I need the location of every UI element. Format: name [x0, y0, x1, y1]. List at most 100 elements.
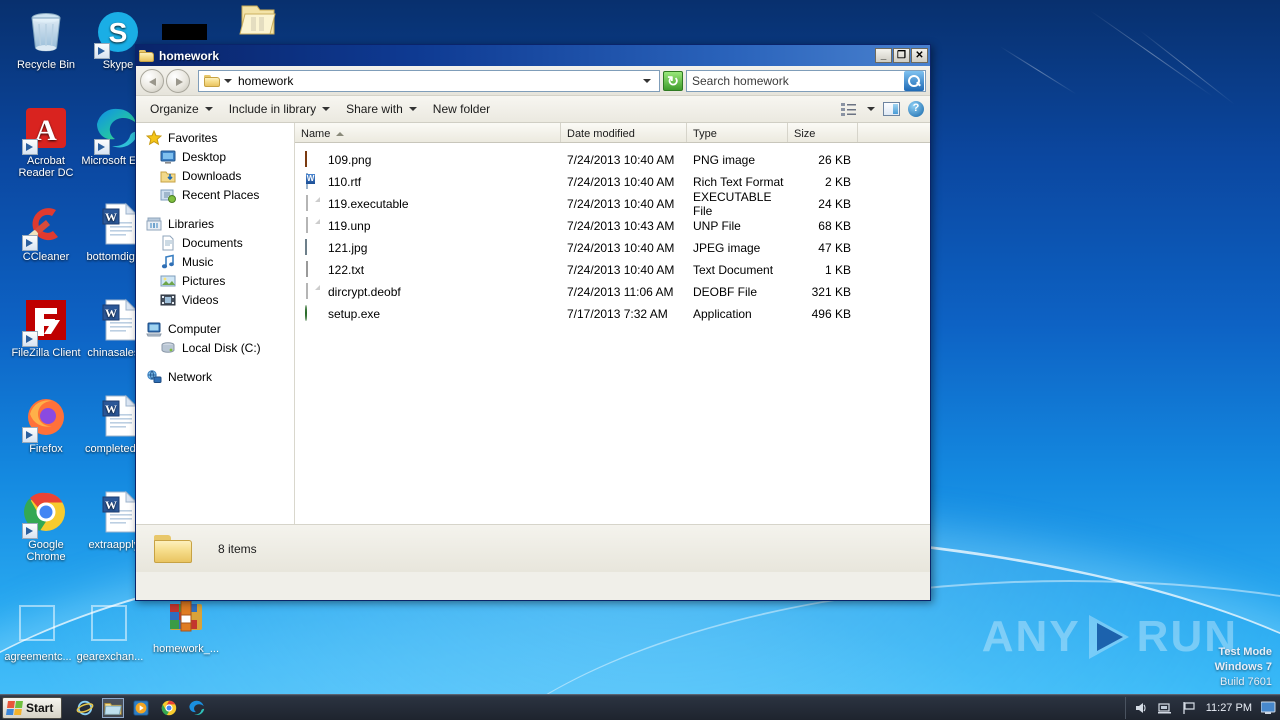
- minimize-button[interactable]: _: [875, 48, 892, 63]
- share-with-button[interactable]: Share with: [338, 99, 425, 119]
- desktop-icon-homework[interactable]: homework_...: [148, 592, 224, 655]
- address-dropdown-icon[interactable]: [643, 78, 651, 83]
- sidebar-item-local-disk-c[interactable]: Local Disk (C:): [136, 338, 294, 357]
- file-date-cell: 7/17/2013 7:32 AM: [567, 307, 668, 321]
- forward-button[interactable]: [166, 68, 190, 93]
- videos-icon: [160, 292, 176, 308]
- file-name-cell[interactable]: setup.exe: [295, 305, 561, 322]
- desktop-icon-firefox[interactable]: Firefox: [8, 392, 84, 455]
- column-header-size[interactable]: Size: [788, 123, 858, 142]
- view-dropdown-icon[interactable]: [867, 107, 875, 111]
- window-title: homework: [159, 48, 220, 63]
- column-header-spacer[interactable]: [858, 123, 930, 142]
- desktop-icon-agreementc[interactable]: agreementc...: [0, 600, 76, 663]
- action-center-flag-icon[interactable]: [1182, 701, 1197, 715]
- sidebar-item-computer[interactable]: Computer: [136, 319, 294, 338]
- view-options-icon[interactable]: [841, 102, 857, 116]
- system-tray[interactable]: 11:27 PM: [1124, 696, 1280, 719]
- file-size-cell: 26 KB: [818, 153, 851, 167]
- preview-pane-icon[interactable]: [883, 102, 900, 116]
- start-button[interactable]: Start: [2, 696, 63, 719]
- show-desktop-icon[interactable]: [1260, 701, 1276, 715]
- quick-launch-bar[interactable]: [74, 697, 208, 718]
- file-name-cell[interactable]: 119.executable: [295, 195, 561, 212]
- file-list[interactable]: 109.png 7/24/2013 10:40 AM PNG image 26 …: [295, 143, 930, 325]
- sidebar-item-label: Documents: [182, 235, 243, 250]
- taskbar-windows-explorer-icon[interactable]: [102, 697, 125, 718]
- blank-icon: [14, 605, 62, 651]
- table-row[interactable]: 122.txt 7/24/2013 10:40 AM Text Document…: [295, 259, 930, 281]
- column-header-date-modified[interactable]: Date modified: [561, 123, 687, 142]
- column-headers[interactable]: Name Date modified Type Size: [295, 123, 930, 143]
- desktop-icon-label: Google Chrome: [26, 539, 66, 563]
- desktop-icon-ccleaner[interactable]: CCleaner: [8, 200, 84, 263]
- table-row[interactable]: 109.png 7/24/2013 10:40 AM PNG image 26 …: [295, 149, 930, 171]
- sidebar-item-desktop[interactable]: Desktop: [136, 147, 294, 166]
- clock[interactable]: 11:27 PM: [1206, 702, 1252, 714]
- sidebar-item-pictures[interactable]: Pictures: [136, 271, 294, 290]
- file-size-cell: 47 KB: [818, 241, 851, 255]
- file-name-cell[interactable]: 110.rtf: [295, 173, 561, 190]
- maximize-button[interactable]: ❐: [893, 48, 910, 63]
- include-in-library-button[interactable]: Include in library: [221, 99, 338, 119]
- sidebar-item-label: Desktop: [182, 149, 227, 164]
- desktop[interactable]: Recycle Bin S Skype A Acrobat Reader DC Mic…: [0, 0, 1280, 720]
- new-folder-button[interactable]: New folder: [425, 99, 498, 119]
- navigation-pane[interactable]: Favorites Desktop Downloads Recent Place…: [136, 123, 295, 524]
- organize-button[interactable]: Organize: [142, 99, 221, 119]
- table-row[interactable]: dircrypt.deobf 7/24/2013 11:06 AM DEOBF …: [295, 281, 930, 303]
- close-button[interactable]: ✕: [911, 48, 928, 63]
- sidebar-item-network[interactable]: Network: [136, 367, 294, 386]
- table-row[interactable]: 119.unp 7/24/2013 10:43 AM UNP File 68 K…: [295, 215, 930, 237]
- table-row[interactable]: 110.rtf 7/24/2013 10:40 AM Rich Text For…: [295, 171, 930, 193]
- network-tray-icon[interactable]: [1157, 701, 1173, 715]
- search-input[interactable]: Search homework: [686, 69, 926, 92]
- sidebar-item-favorites[interactable]: Favorites: [136, 128, 294, 147]
- sidebar-item-recent-places[interactable]: Recent Places: [136, 185, 294, 204]
- refresh-icon[interactable]: [663, 70, 683, 91]
- network-icon: [146, 369, 162, 385]
- sidebar-item-downloads[interactable]: Downloads: [136, 166, 294, 185]
- winrar-archive-icon: [162, 600, 210, 643]
- explorer-window[interactable]: homework _ ❐ ✕ homework Search homework: [135, 44, 931, 601]
- sidebar-item-documents[interactable]: Documents: [136, 233, 294, 252]
- search-icon[interactable]: [904, 70, 924, 91]
- file-name-cell[interactable]: 121.jpg: [295, 239, 561, 256]
- file-name-cell[interactable]: dircrypt.deobf: [295, 283, 561, 300]
- sidebar-item-music[interactable]: Music: [136, 252, 294, 271]
- taskbar-microsoft-edge-icon[interactable]: [186, 698, 208, 718]
- table-row[interactable]: 119.executable 7/24/2013 10:40 AM EXECUT…: [295, 190, 930, 218]
- volume-icon[interactable]: [1134, 701, 1149, 715]
- taskbar-media-player-icon[interactable]: [130, 698, 152, 718]
- file-list-pane[interactable]: Name Date modified Type Size 109.png 7/2…: [295, 123, 930, 524]
- anyrun-play-icon: [1083, 615, 1135, 659]
- taskbar-internet-explorer-icon[interactable]: [74, 698, 96, 718]
- taskbar[interactable]: Start 11:27 PM: [0, 694, 1280, 720]
- chevron-down-icon[interactable]: [224, 78, 232, 83]
- file-name-cell[interactable]: 109.png: [295, 151, 561, 168]
- window-title-bar[interactable]: homework _ ❐ ✕: [136, 45, 930, 66]
- sidebar-item-videos[interactable]: Videos: [136, 290, 294, 309]
- table-row[interactable]: setup.exe 7/17/2013 7:32 AM Application …: [295, 303, 930, 325]
- desktop-icon-gearexchan[interactable]: gearexchan...: [72, 600, 148, 663]
- help-icon[interactable]: [908, 101, 924, 117]
- breadcrumb[interactable]: homework: [238, 74, 293, 88]
- desktop-icon-recycle-bin[interactable]: Recycle Bin: [8, 8, 84, 71]
- pictures-icon: [160, 273, 176, 289]
- sidebar-item-libraries[interactable]: Libraries: [136, 214, 294, 233]
- table-row[interactable]: 121.jpg 7/24/2013 10:40 AM JPEG image 47…: [295, 237, 930, 259]
- address-bar[interactable]: homework: [198, 69, 660, 92]
- column-header-size-label: Size: [794, 128, 816, 140]
- column-header-type[interactable]: Type: [687, 123, 788, 142]
- column-header-name[interactable]: Name: [295, 123, 561, 142]
- file-name-cell[interactable]: 122.txt: [295, 261, 561, 278]
- file-name-cell[interactable]: 119.unp: [295, 217, 561, 234]
- desktop-icon-filezilla-client[interactable]: FileZilla Client: [8, 296, 84, 359]
- taskbar-google-chrome-icon[interactable]: [158, 698, 180, 718]
- command-toolbar[interactable]: Organize Include in library Share with N…: [136, 96, 930, 123]
- file-size-cell: 496 KB: [811, 307, 851, 321]
- desktop-icon-google-chrome[interactable]: Google Chrome: [8, 488, 84, 563]
- back-button[interactable]: [140, 68, 164, 93]
- address-bar-row[interactable]: homework Search homework: [136, 66, 930, 96]
- desktop-icon-acrobat-reader-dc[interactable]: A Acrobat Reader DC: [8, 104, 84, 179]
